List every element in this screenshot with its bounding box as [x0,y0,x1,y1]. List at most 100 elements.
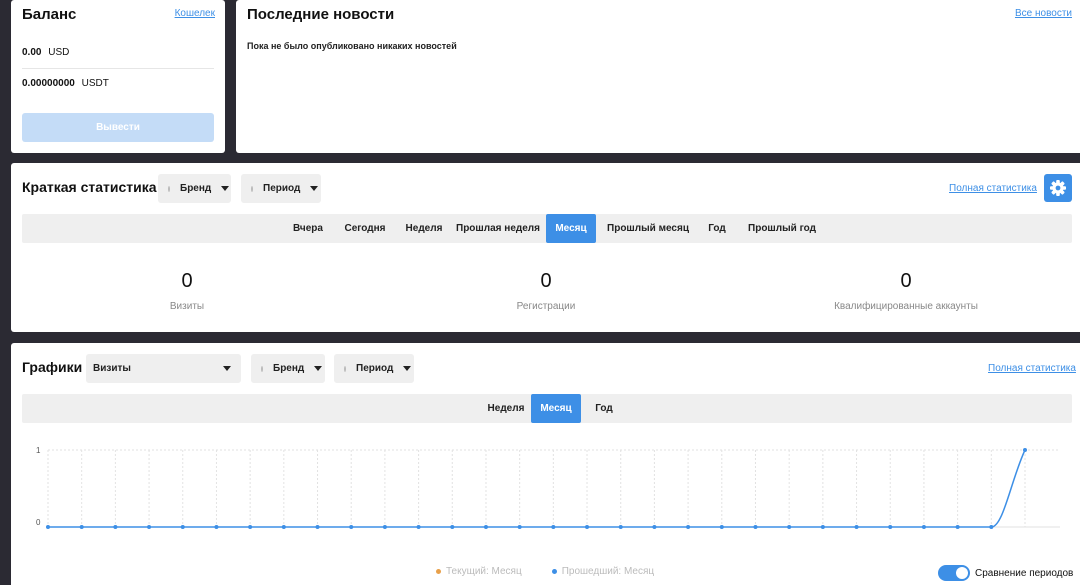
data-point [652,525,657,529]
balance-title: Баланс [22,6,77,23]
balance-currency: USDT [81,78,109,89]
data-point [248,525,253,529]
charts-period-dropdown[interactable]: Период [334,354,414,383]
stats-title: Краткая статистика [22,179,157,195]
caret-down-icon [223,366,231,371]
compare-periods-label: Сравнение периодов [975,567,1074,579]
stat-label: Визиты [169,301,205,312]
legend-current[interactable]: Текущий: Месяц [446,566,522,577]
data-point [483,525,488,529]
tab-month[interactable]: Месяц [546,214,596,243]
brand-dropdown[interactable]: Бренд [158,174,231,203]
data-point [180,525,185,529]
settings-button[interactable] [1044,174,1072,202]
data-point [888,525,893,529]
balance-amount: 0.00000000 [22,78,75,89]
data-point [450,525,455,529]
data-point [1023,448,1027,452]
data-point [719,525,724,529]
stat-value: 0 [900,270,912,292]
data-point [618,525,623,529]
news-card: Последние новости Все новости Пока не бы… [236,0,1080,153]
divider [22,68,214,69]
data-point [416,525,421,529]
stat-qualified-accounts: 0 Квалифицированные аккаунты [776,270,1036,312]
charts-title: Графики [22,359,83,375]
data-point [753,525,758,529]
data-point [854,525,859,529]
data-point [921,525,926,529]
metric-select-value: Визиты [93,363,131,374]
data-point [349,525,354,529]
charts-card: Графики Визиты Бренд Период Полная стати… [11,343,1080,585]
legend-dot-current [436,569,441,574]
tab-year[interactable]: Год [587,394,621,423]
data-point [551,525,556,529]
full-stats-link[interactable]: Полная статистика [949,183,1037,194]
balance-currency: USD [48,47,70,58]
stats-period-tabs: Вчера Сегодня Неделя Прошлая неделя Меся… [22,214,1072,243]
gear-icon [1050,180,1066,196]
data-point [46,525,50,529]
y-tick-label: 0 [36,518,41,527]
circle-icon [168,185,170,192]
data-point [113,525,118,529]
wallet-link[interactable]: Кошелек [175,8,215,19]
tab-year[interactable]: Год [702,214,732,243]
legend-previous[interactable]: Прошедший: Месяц [562,566,654,577]
charts-brand-dropdown[interactable]: Бренд [251,354,325,383]
tab-week[interactable]: Неделя [399,214,449,243]
metric-select[interactable]: Визиты [86,354,241,383]
caret-down-icon [221,186,230,191]
chart-legend: Текущий: Месяц Прошедший: Месяц [436,566,654,577]
caret-down-icon [403,366,412,371]
data-point [989,525,994,529]
data-point [79,525,84,529]
compare-periods-toggle[interactable]: Сравнение периодов [938,565,1073,581]
period-dropdown-label: Период [356,363,394,374]
stat-value: 0 [181,270,193,292]
data-point [382,525,387,529]
balance-card: Баланс Кошелек 0.00 USD 0.00000000 USDT … [11,0,225,153]
stat-label: Квалифицированные аккаунты [834,301,978,312]
news-title: Последние новости [247,6,395,23]
tab-last-year[interactable]: Прошлый год [742,214,822,243]
tab-last-week[interactable]: Прошлая неделя [454,214,542,243]
data-point [820,525,825,529]
news-empty-text: Пока не было опубликовано никаких новост… [247,41,457,51]
tab-month[interactable]: Месяц [531,394,581,423]
data-point [585,525,590,529]
tab-last-month[interactable]: Прошлый месяц [604,214,692,243]
data-point [787,525,792,529]
circle-icon [251,185,253,192]
stat-registrations: 0 Регистрации [416,270,676,312]
tab-week[interactable]: Неделя [481,394,531,423]
period-dropdown-label: Период [263,183,301,194]
data-point [214,525,219,529]
legend-dot-previous [551,569,557,574]
brand-dropdown-label: Бренд [180,183,212,194]
data-point [517,525,522,529]
toggle-knob [956,567,968,579]
circle-icon [261,365,263,372]
brand-dropdown-label: Бренд [273,363,305,374]
balance-row-usd: 0.00 USD [22,47,69,58]
balance-row-usdt: 0.00000000 USDT [22,78,109,89]
data-point [955,525,960,529]
stat-visits: 0 Визиты [57,270,317,312]
caret-down-icon [310,186,319,191]
all-news-link[interactable]: Все новости [1015,8,1072,19]
visits-line-chart: 10 [36,446,1060,529]
data-point [686,525,691,529]
tab-today[interactable]: Сегодня [336,214,394,243]
tab-yesterday[interactable]: Вчера [285,214,331,243]
withdraw-button[interactable]: Вывести [22,113,214,142]
stat-label: Регистрации [516,301,576,312]
circle-icon [344,365,346,372]
balance-amount: 0.00 [22,47,42,58]
toggle-switch[interactable] [938,565,970,581]
y-tick-label: 1 [36,446,41,455]
period-dropdown[interactable]: Период [241,174,321,203]
charts-full-stats-link[interactable]: Полная статистика [988,363,1076,374]
caret-down-icon [314,366,323,371]
